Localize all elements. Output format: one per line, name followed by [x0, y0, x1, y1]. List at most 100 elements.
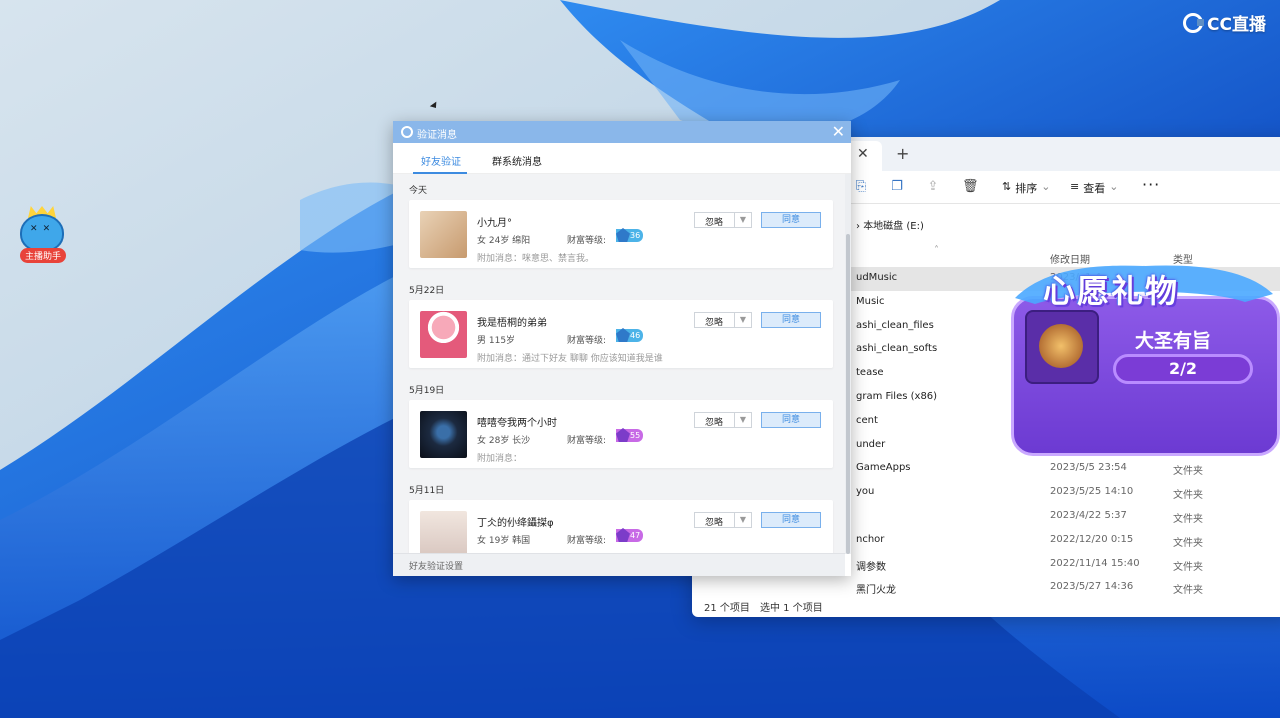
- sort-label: 排序: [1015, 182, 1038, 195]
- dialog-footer: 好友验证设置: [393, 553, 845, 576]
- friend-verify-settings-link[interactable]: 好友验证设置: [409, 559, 463, 572]
- file-name: nchor: [856, 533, 885, 545]
- file-type: 文件夹: [1173, 490, 1203, 502]
- view-icon: ≡: [1070, 180, 1080, 193]
- cc-live-logo: CC直播: [1183, 10, 1266, 35]
- file-name: 调参数: [856, 561, 886, 573]
- ignore-button[interactable]: 忽略 ▼: [694, 412, 752, 428]
- ignore-label: 忽略: [705, 318, 724, 328]
- close-tab-icon[interactable]: ✕: [857, 146, 869, 162]
- more-options-icon[interactable]: ···: [1142, 175, 1160, 194]
- file-name: cent: [856, 414, 878, 426]
- avatar[interactable]: [420, 311, 467, 358]
- friend-request-card: 我是梧桐的弟弟男 115岁 财富等级: 46 附加消息：通过下好友 聊聊 你应该知道我…: [409, 300, 833, 368]
- add-tab-icon[interactable]: +: [896, 144, 909, 163]
- file-type: 文件夹: [1173, 513, 1203, 525]
- address-path: 本地磁盘 (E:): [863, 221, 924, 232]
- chevron-down-icon[interactable]: ▼: [734, 213, 751, 227]
- scrollbar[interactable]: [845, 174, 851, 554]
- ignore-button[interactable]: 忽略 ▼: [694, 512, 752, 528]
- wish-gift-widget[interactable]: 心愿礼物 大圣有旨 2/2: [1005, 258, 1280, 463]
- file-modified: 2022/12/20 0:15: [1050, 533, 1134, 545]
- ignore-button[interactable]: 忽略 ▼: [694, 212, 752, 228]
- date-header: 今天: [409, 186, 428, 196]
- agree-button[interactable]: 同意: [761, 312, 821, 328]
- cc-logo-text: CC直播: [1207, 15, 1266, 35]
- view-button[interactable]: ≡ 查看 ⌄: [1070, 180, 1118, 196]
- file-type: 文件夹: [1173, 537, 1203, 549]
- file-name: tease: [856, 367, 884, 379]
- requester-name[interactable]: 小九月°: [477, 214, 512, 229]
- file-name: you: [856, 486, 875, 498]
- file-name: gram Files (x86): [856, 390, 938, 402]
- file-name: GameApps: [856, 462, 911, 474]
- share-icon[interactable]: ⇪: [926, 180, 940, 194]
- dialog-titlebar: 验证消息 ✕: [393, 121, 851, 143]
- chevron-down-icon[interactable]: ▼: [734, 413, 751, 427]
- gift-banner-title: 心愿礼物: [1043, 272, 1180, 310]
- attached-message: 附加消息：咪意思、禁言我。: [477, 254, 595, 264]
- date-header: 5月11日: [409, 486, 445, 496]
- ignore-label: 忽略: [705, 218, 724, 228]
- ignore-label: 忽略: [705, 418, 724, 428]
- verification-dialog: 验证消息 ✕ 好友验证 群系统消息 今天 小九月° 女 24岁 绵阳 财富等级: 36 附…: [393, 121, 851, 576]
- requester-name[interactable]: 嘻嘻夸我两个小时: [477, 414, 557, 429]
- avatar[interactable]: [420, 411, 467, 458]
- delete-icon[interactable]: 🗑: [962, 180, 979, 194]
- wealth-level-badge: 46: [616, 329, 644, 342]
- date-header: 5月19日: [409, 386, 445, 396]
- gift-item-icon: [1025, 310, 1099, 384]
- cc-icon: [401, 126, 413, 138]
- file-name: ashi_clean_softs: [856, 343, 938, 355]
- file-type: 文件夹: [1173, 466, 1203, 478]
- paste-icon[interactable]: ❐: [890, 180, 904, 194]
- chevron-down-icon[interactable]: ▼: [734, 313, 751, 327]
- tab-group-messages[interactable]: 群系统消息: [492, 153, 542, 168]
- friend-request-card: 嘻嘻夸我两个小时女 28岁 长沙 财富等级: 55 附加消息： 忽略 ▼ 同意: [409, 400, 833, 468]
- agree-button[interactable]: 同意: [761, 412, 821, 428]
- dialog-title: 验证消息: [417, 130, 457, 141]
- cc-logo-icon: [1183, 12, 1205, 33]
- status-bar: 21 个项目 选中 1 个项目: [692, 595, 1280, 617]
- file-name: under: [856, 438, 886, 450]
- file-modified: 2023/5/25 14:10: [1050, 486, 1134, 498]
- close-icon[interactable]: ✕: [832, 122, 845, 141]
- file-modified: 2023/5/5 23:54: [1050, 462, 1127, 474]
- date-header: 5月22日: [409, 286, 445, 296]
- streamer-helper[interactable]: 主播助手: [18, 206, 70, 263]
- wealth-level-label: 财富等级:: [567, 236, 607, 246]
- file-name: Music: [856, 295, 885, 307]
- sort-button[interactable]: ⇅ 排序 ⌄: [1002, 180, 1050, 196]
- ignore-button[interactable]: 忽略 ▼: [694, 312, 752, 328]
- tab-friend-verify[interactable]: 好友验证: [421, 153, 461, 168]
- wealth-level-label: 财富等级:: [567, 536, 607, 546]
- wealth-level-badge: 55: [616, 429, 644, 442]
- file-type: 文件夹: [1173, 561, 1203, 573]
- ignore-label: 忽略: [705, 518, 724, 528]
- avatar[interactable]: [420, 211, 467, 258]
- file-name: ashi_clean_files: [856, 319, 934, 331]
- sort-icon: ⇅: [1002, 180, 1012, 193]
- agree-button[interactable]: 同意: [761, 212, 821, 228]
- friend-request-card: 小九月° 女 24岁 绵阳 财富等级: 36 附加消息：咪意思、禁言我。 忽略 ▼ 同意: [409, 200, 833, 268]
- mascot-icon: [20, 214, 64, 252]
- requester-name[interactable]: 我是梧桐的弟弟: [477, 314, 547, 329]
- friend-request-card: 丁仌的仦绛鑷搩φ女 19岁 韩国财富等级:47附加消息：忽略▼同意: [409, 500, 833, 554]
- copy-icon[interactable]: ⎘: [854, 180, 868, 194]
- dialog-tabs: 好友验证 群系统消息: [393, 143, 851, 174]
- wealth-level-label: 财富等级:: [567, 336, 607, 346]
- attached-message: 附加消息：: [477, 454, 523, 464]
- file-modified: 2023/5/27 14:36: [1050, 581, 1134, 593]
- address-bar[interactable]: › 本地磁盘 (E:): [856, 217, 924, 232]
- agree-button[interactable]: 同意: [761, 512, 821, 528]
- helper-label: 主播助手: [20, 248, 67, 263]
- file-modified: 2023/4/22 5:37: [1050, 509, 1127, 521]
- avatar[interactable]: [420, 511, 467, 554]
- requester-name[interactable]: 丁仌的仦绛鑷搩φ: [477, 514, 554, 529]
- requester-info: 女 24岁 绵阳: [477, 236, 531, 246]
- attached-message: 附加消息：通过下好友 聊聊 你应该知道我是谁: [477, 354, 663, 364]
- scrollbar-thumb[interactable]: [846, 234, 850, 554]
- chevron-down-icon: ⌄: [1041, 180, 1051, 193]
- item-count: 21 个项目: [704, 603, 750, 614]
- chevron-down-icon[interactable]: ▼: [734, 513, 751, 527]
